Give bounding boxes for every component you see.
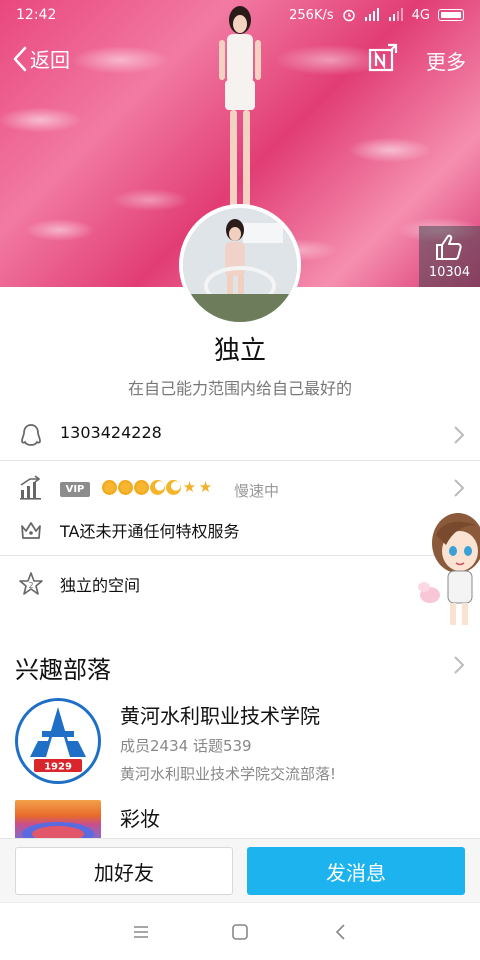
qq-number: 1303424228 [60, 423, 162, 442]
vip-badge: VIP [60, 482, 90, 497]
lips-image [22, 822, 94, 840]
signal-icon [364, 8, 379, 21]
send-message-button[interactable]: 发消息 [247, 847, 465, 895]
space-text: 独立的空间 [60, 576, 141, 595]
privilege-row[interactable]: TA还未开通任何特权服务 [0, 505, 480, 555]
network-speed: 256K/s [289, 7, 334, 23]
like-button[interactable]: 10304 [419, 226, 480, 287]
chevron-right-icon [454, 426, 465, 444]
qq-number-row[interactable]: 1303424228 [0, 410, 480, 460]
alarm-icon [342, 9, 355, 22]
sun-icon [134, 480, 149, 495]
tribe-name[interactable]: 彩妆 [120, 803, 160, 832]
back-button[interactable]: 返回 [12, 44, 70, 73]
avatar[interactable] [179, 204, 301, 326]
more-button[interactable]: 更多 [426, 46, 466, 75]
star-space-icon: 2 [19, 572, 43, 595]
tribe-logo-year: 1929 [44, 762, 72, 773]
status-time: 12:42 [16, 7, 57, 23]
space-row[interactable]: 2 独立的空间 [0, 556, 480, 611]
network-type: 4G [411, 7, 430, 23]
battery-icon [438, 9, 464, 21]
tribe-description: 黄河水利职业技术学院交流部落! [120, 765, 337, 783]
section-title: 兴趣部落 [15, 656, 111, 684]
like-count: 10304 [428, 265, 471, 280]
signal-icon-2 [388, 8, 403, 21]
top-nav: 返回 更多 [0, 40, 480, 80]
system-nav-bar [0, 902, 480, 960]
menu-icon[interactable] [130, 921, 152, 943]
tribe-name[interactable]: 黄河水利职业技术学院 [120, 700, 320, 729]
back-label: 返回 [30, 48, 70, 72]
sun-icon [102, 480, 117, 495]
back-chevron-icon [13, 46, 27, 71]
theme-switch-icon[interactable] [366, 42, 400, 76]
level-icons: ★ ★ [102, 480, 213, 495]
avatar-photo [183, 208, 297, 322]
privilege-text: TA还未开通任何特权服务 [60, 522, 240, 541]
tribe-stats: 成员2434 话题539 [120, 737, 252, 755]
crown-icon [21, 522, 41, 539]
sun-icon [118, 480, 133, 495]
moon-icon [150, 480, 165, 495]
chevron-right-icon[interactable] [452, 655, 466, 675]
cartoon-pendant-decoration [418, 513, 480, 625]
chevron-right-icon [454, 479, 465, 497]
moon-icon [166, 480, 181, 495]
nickname: 独立 [213, 336, 266, 366]
tribe-logo-emblem: 1929 [30, 707, 86, 773]
signature: 在自己能力范围内给自己最好的 [127, 379, 352, 398]
tribe-logo[interactable]: 1929 [15, 698, 101, 784]
home-square-icon[interactable] [229, 921, 251, 943]
svg-text:2: 2 [28, 581, 33, 590]
level-chart-icon [20, 475, 41, 500]
status-bar: 12:42 256K/s 4G [0, 0, 480, 30]
star-icon: ★ [198, 478, 213, 496]
add-friend-button[interactable]: 加好友 [15, 847, 233, 895]
star-icon: ★ [182, 478, 197, 496]
qq-penguin-icon [21, 424, 41, 446]
thumbs-up-icon [436, 234, 462, 260]
back-triangle-icon[interactable] [330, 921, 352, 943]
bottom-action-bar: 加好友 发消息 [0, 838, 480, 902]
tribe-logo-makeup[interactable] [15, 800, 101, 840]
speed-status: 慢速中 [234, 482, 280, 500]
